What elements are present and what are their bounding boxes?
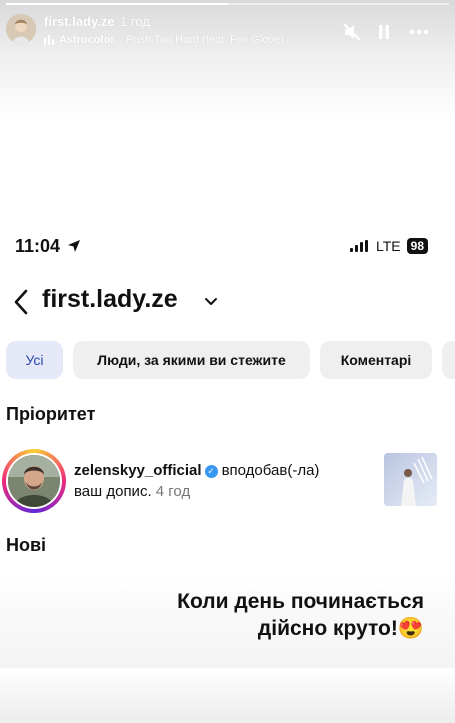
notification-action-line2: ваш допис. xyxy=(74,483,152,500)
caption-line-2: дійсно круто!😍 xyxy=(257,617,424,640)
mute-icon[interactable] xyxy=(340,20,364,44)
music-artist: Astrocolor xyxy=(59,34,115,46)
caption-line-1: Коли день починається xyxy=(177,590,424,613)
bottom-fade xyxy=(0,668,455,723)
story-time: 1 год xyxy=(120,14,150,29)
filter-chip-all[interactable]: Усі xyxy=(6,341,63,379)
more-icon[interactable] xyxy=(407,20,431,44)
filter-chip-comments[interactable]: Коментарі xyxy=(320,341,432,379)
network-type: LTE xyxy=(376,238,401,254)
music-track: · Push Too Hard (feat. Fox Glove) xyxy=(119,34,284,46)
pause-icon[interactable] xyxy=(372,20,396,44)
filter-chip-more[interactable] xyxy=(442,341,455,379)
story-username[interactable]: first.lady.ze xyxy=(44,14,115,29)
verified-badge-icon: ✓ xyxy=(204,465,218,478)
story-progress-bar xyxy=(6,3,449,5)
notification-action: вподобав(-ла) xyxy=(221,462,320,479)
story-progress-fill xyxy=(6,3,228,5)
post-thumbnail[interactable] xyxy=(384,453,437,506)
signal-icon xyxy=(350,240,368,252)
notification-avatar[interactable] xyxy=(2,449,66,513)
story-avatar[interactable] xyxy=(6,14,36,44)
notification-time: 4 год xyxy=(155,483,191,500)
notification-text[interactable]: zelenskyy_official ✓ вподобав(-ла) ваш доп… xyxy=(74,460,374,502)
status-time-text: 11:04 xyxy=(15,236,61,256)
status-time: 11:04 xyxy=(15,236,81,257)
music-bars-icon xyxy=(44,35,54,45)
notification-username[interactable]: zelenskyy_official xyxy=(74,462,202,479)
status-indicators: LTE 98 xyxy=(350,238,428,254)
story-caption: Коли день починається дійсно круто!😍 xyxy=(177,588,424,642)
filter-chip-following[interactable]: Люди, за якими ви стежите xyxy=(73,341,310,379)
battery-indicator: 98 xyxy=(406,238,428,254)
section-new: Нові xyxy=(6,535,47,555)
story-music-row[interactable]: Astrocolor · Push Too Hard (feat. Fox Gl… xyxy=(44,34,284,46)
chevron-down-icon[interactable] xyxy=(204,294,218,312)
location-arrow-icon xyxy=(68,240,81,252)
back-arrow-icon[interactable] xyxy=(12,288,30,321)
page-title[interactable]: first.lady.ze xyxy=(42,285,178,314)
section-priority: Пріоритет xyxy=(6,404,96,424)
